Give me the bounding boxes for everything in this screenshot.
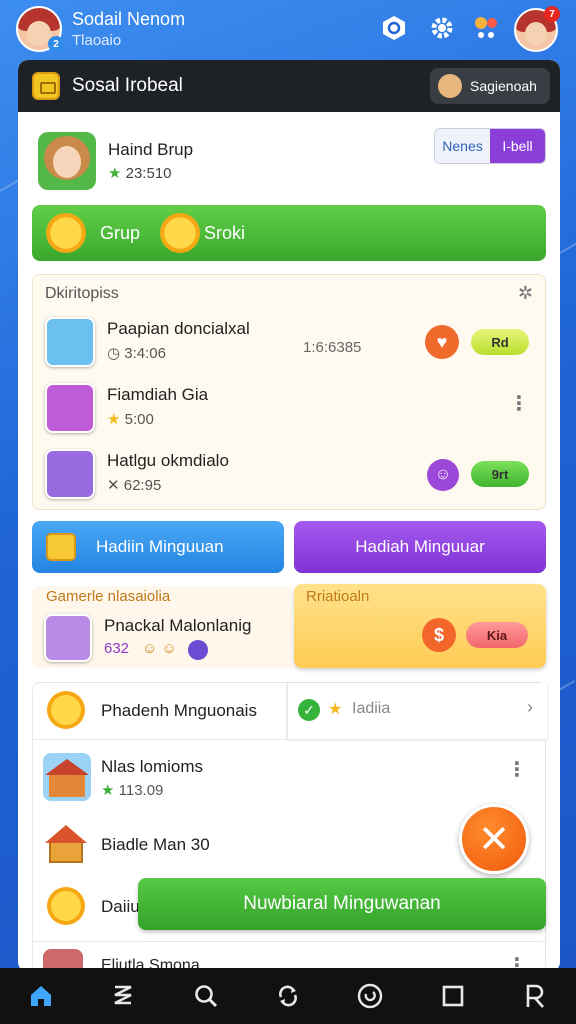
weekly-cta-button[interactable]: Nuwbiaral Minguwanan (138, 878, 546, 930)
mascot-icon (438, 74, 462, 98)
nav-profile-icon[interactable] (494, 968, 576, 1024)
chest-icon (32, 72, 60, 100)
avatar-badge: 2 (48, 36, 64, 52)
segment-left[interactable]: Nenes (435, 129, 490, 163)
star-icon: ★ (107, 411, 121, 428)
coin-icon (188, 640, 208, 660)
group-name: Haind Brup (108, 140, 194, 159)
emoji-icons: ☺ ☺ (142, 640, 177, 657)
divider (33, 739, 547, 740)
sun-icon (47, 887, 85, 925)
list-item-name[interactable]: Nlas lomioms (101, 757, 203, 777)
star-icon: ★ (101, 782, 115, 799)
cross-icon: ✕ (107, 477, 120, 494)
segment-control: Nenes I-bell (434, 128, 546, 164)
segment-right[interactable]: I-bell (490, 129, 545, 163)
promo-pill[interactable]: Kia (466, 622, 528, 648)
player-name: Fiamdiah Gia (107, 385, 209, 404)
star-icon: ★ (328, 701, 343, 718)
gear-icon[interactable] (426, 12, 458, 44)
player-score: 1:6:6385 (303, 339, 362, 356)
nav-square-icon[interactable] (411, 968, 493, 1024)
weekly-gift-button[interactable]: Hadiah Minguuar (294, 521, 546, 573)
notification-badge: 7 (544, 6, 560, 22)
chat-icon[interactable]: ☺ (427, 459, 459, 491)
player-avatar (45, 383, 95, 433)
section-title: Dkiritopiss (45, 285, 119, 302)
sun-icon (160, 213, 200, 253)
list-item[interactable]: Fiamdiah Gia ★ 5:00 ⋮ (33, 379, 547, 439)
player-name: Hatlgu okmdialo (107, 451, 229, 470)
group-avatar[interactable] (38, 132, 96, 190)
player-avatar (45, 449, 95, 499)
group-bar-left-label: Grup (100, 223, 141, 243)
reward-status-label: Iadiia (352, 700, 391, 717)
player-avatar (44, 614, 92, 662)
promo-left-title: Gamerle nlasaiolia (46, 588, 171, 605)
user-subtitle: Tlaoaio (72, 32, 122, 49)
player-time: ◷ 3:4:06 (107, 345, 166, 362)
player-score: ✕ 62:95 (107, 477, 162, 494)
action-pill[interactable]: Rd (471, 329, 529, 355)
dollar-icon: $ (422, 618, 456, 652)
player-avatar (45, 317, 95, 367)
divider (33, 941, 547, 942)
promo-player-name: Pnackal Malonlanig (104, 616, 252, 635)
close-icon: ✕ (478, 818, 510, 861)
reward-status[interactable]: ✓ ★ Iadiia › (287, 683, 547, 739)
nav-layers-icon[interactable] (82, 968, 164, 1024)
nav-share-icon[interactable] (247, 968, 329, 1024)
list-item-label[interactable]: Phadenh Mnguonais (101, 701, 257, 721)
profile-button[interactable]: Sagienoah (430, 68, 550, 104)
ranking-section: Dkiritopiss ✲ Paapian doncialxal ◷ 3:4:0… (32, 274, 546, 510)
pin-icon[interactable]: ✲ (518, 283, 533, 304)
list-item[interactable]: Hatlgu okmdialo ✕ 62:95 ☺ 9rt (33, 445, 547, 505)
player-name: Paapian doncialxal (107, 319, 250, 338)
group-points: ★ 23:510 (108, 165, 172, 182)
panel-title: Sosal Irobeal (72, 75, 183, 96)
user-name: Sodail Nenom (72, 9, 186, 29)
nav-home-icon[interactable] (0, 968, 82, 1024)
action-pill[interactable]: 9rt (471, 461, 529, 487)
nav-target-icon[interactable] (329, 968, 411, 1024)
promo-right-title: Rriatioaln (306, 588, 370, 605)
game-promo-card[interactable]: Gamerle nlasaiolia Pnackal Malonlanig 63… (32, 586, 292, 668)
more-icon[interactable]: ⋮ (509, 391, 529, 416)
chevron-right-icon: › (527, 697, 533, 717)
heart-icon[interactable]: ♥ (425, 325, 459, 359)
gift-icon (46, 533, 76, 561)
clock-icon: ◷ (107, 345, 121, 362)
close-button[interactable]: ✕ (459, 804, 529, 874)
weekly-reward-button[interactable]: Hadiin Minguuan (32, 521, 284, 573)
weekly-reward-label: Hadiin Minguuan (96, 537, 224, 556)
bottom-nav (0, 968, 576, 1024)
list-item-label[interactable]: Daiiu (101, 897, 140, 917)
nav-search-icon[interactable] (165, 968, 247, 1024)
top-header: 2 Sodail Nenom Tlaoaio 7 (0, 0, 576, 58)
more-icon[interactable]: ⋮ (507, 757, 527, 782)
group-action-bar[interactable]: Grup Sroki (32, 205, 546, 261)
weekly-gift-label: Hadiah Minguuar (355, 537, 485, 556)
message-icon[interactable] (378, 12, 410, 44)
player-score: ★ 5:00 (107, 411, 154, 428)
list-item-points: ★ 113.09 (101, 782, 164, 799)
panel-titlebar: Sosal Irobeal Sagienoah (18, 60, 560, 112)
house-avatar (43, 753, 91, 801)
star-icon: ★ (108, 165, 122, 182)
home-reward-icon (45, 825, 87, 865)
list-item[interactable]: Paapian doncialxal ◷ 3:4:06 1:6:6385 ♥ R… (33, 313, 547, 373)
list-item-label[interactable]: Biadle Man 30 (101, 835, 210, 855)
group-bar-right-label: Sroki (204, 223, 246, 243)
sun-icon (46, 213, 86, 253)
check-icon: ✓ (298, 699, 320, 721)
friends-icon[interactable] (470, 12, 502, 44)
promo-score: 632 (104, 640, 130, 657)
profile-button-label: Sagienoah (470, 78, 537, 94)
reward-promo-card[interactable]: Rriatioaln $ Kia (294, 584, 546, 668)
sun-icon (47, 691, 85, 729)
